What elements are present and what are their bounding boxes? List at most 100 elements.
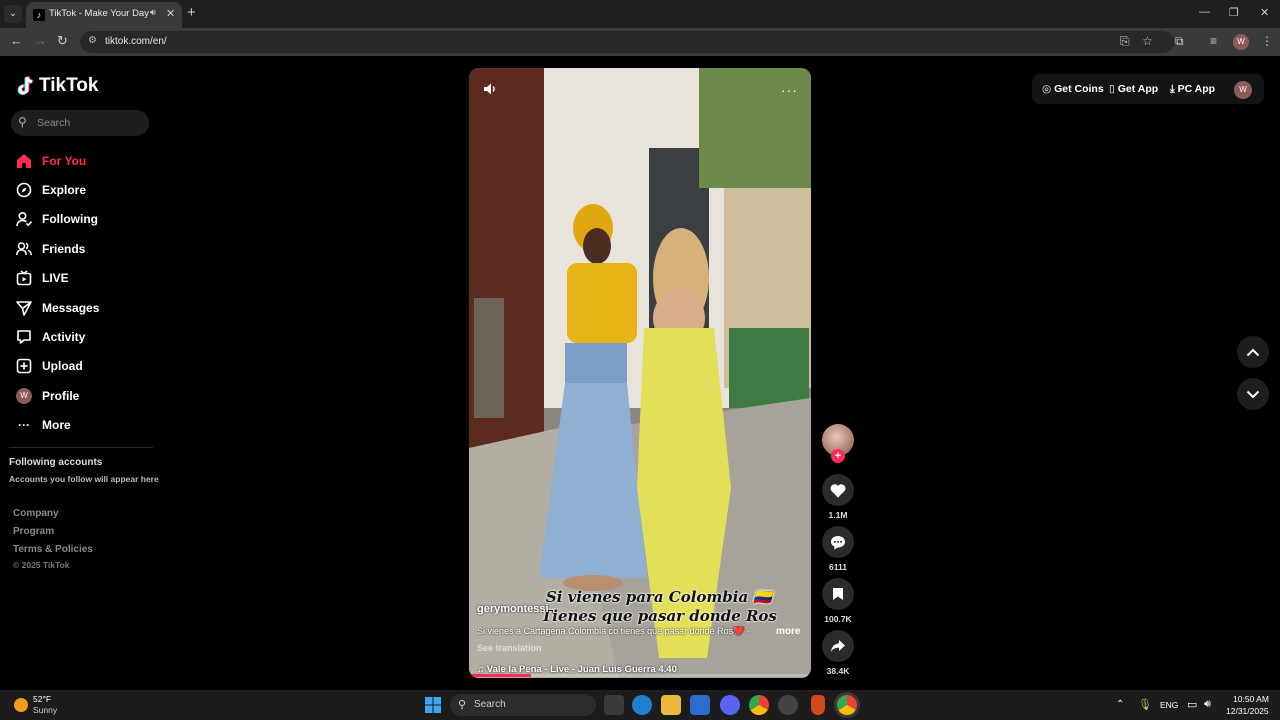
previous-video-button[interactable] [1237, 336, 1269, 368]
sidebar-item-messages[interactable]: Messages [16, 293, 99, 322]
browser-profile-avatar[interactable]: W [1233, 34, 1249, 50]
search-icon: ⚲ [458, 699, 467, 711]
tray-overflow-icon[interactable]: ⌃ [1116, 699, 1124, 710]
like-button[interactable] [822, 474, 854, 506]
browser-tab-bar: ⌄ ♪ TikTok - Make Your Day 🔊︎ ✕ + — ❐ ✕ [0, 0, 1280, 28]
tiktok-logo-icon [17, 76, 34, 95]
extensions-icon[interactable]: ⧉ [1175, 34, 1184, 49]
sidebar-item-label: Profile [42, 388, 80, 403]
microphone-icon[interactable]: 🎙︎ [1138, 698, 1152, 711]
heart-icon [830, 483, 846, 497]
video-progress-bar[interactable] [469, 674, 811, 677]
sidebar-item-label: Explore [42, 183, 87, 198]
sidebar-item-upload[interactable]: Upload [16, 352, 99, 381]
get-app-button[interactable]: ▯ Get App [1109, 83, 1158, 95]
site-info-icon[interactable]: ⚙ [88, 35, 97, 46]
microphone-app-icon[interactable] [811, 695, 825, 715]
save-count: 100.7K [824, 614, 852, 624]
share-button[interactable] [822, 630, 854, 662]
weather-temperature[interactable]: 52°F [33, 694, 51, 704]
sidebar-item-following[interactable]: Following [16, 205, 99, 234]
sidebar-item-more[interactable]: ··· More [16, 411, 99, 440]
see-translation-link[interactable]: See translation [477, 643, 542, 653]
taskbar-search[interactable]: ⚲ Search [450, 694, 596, 716]
tab-audio-icon[interactable]: 🔊︎ [150, 7, 156, 18]
chrome-active-icon[interactable] [837, 695, 857, 715]
tab-close-icon[interactable]: ✕ [166, 7, 175, 20]
file-explorer-icon[interactable] [661, 695, 681, 715]
footer-link-terms[interactable]: Terms & Policies [13, 544, 93, 555]
video-description: Si vienes a Cartagena Colombia co tienes… [477, 626, 750, 636]
tiktok-page: TikTok ⚲ Search For You Explore Followin… [0, 58, 1280, 690]
sidebar-item-label: Messages [42, 300, 100, 315]
discord-icon[interactable] [720, 695, 740, 715]
overlay-caption-line: Tienes que pasar donde Ros [541, 607, 777, 625]
windows-start-icon[interactable] [425, 697, 441, 713]
window-restore-button[interactable]: ❐ [1229, 6, 1239, 19]
bookmark-star-icon[interactable]: ☆ [1142, 34, 1153, 48]
tiktok-logo[interactable]: TikTok [16, 75, 98, 97]
edge-icon[interactable] [632, 695, 652, 715]
window-close-button[interactable]: ✕ [1260, 6, 1269, 19]
clock-time[interactable]: 10:50 AM [1233, 694, 1269, 704]
save-button[interactable] [822, 578, 854, 610]
chrome-icon[interactable] [749, 695, 769, 715]
browser-menu-icon[interactable]: ⋮ [1261, 34, 1273, 48]
sidebar-item-label: Upload [42, 359, 83, 374]
plus-square-icon [16, 358, 32, 374]
video-player[interactable]: ··· Si vienes para Colombia 🇨🇴 Tienes qu… [469, 68, 811, 678]
address-bar[interactable]: ⚙ tiktok.com/en/ [80, 31, 1174, 53]
store-icon[interactable] [690, 695, 710, 715]
sidebar-item-activity[interactable]: Activity [16, 322, 99, 351]
video-overlay-caption: Si vienes para Colombia 🇨🇴 Tienes que pa… [529, 588, 789, 626]
sidebar-item-label: Following [42, 212, 98, 227]
following-accounts-hint: Accounts you follow will appear here [9, 474, 159, 484]
sun-icon[interactable] [14, 698, 28, 712]
install-app-icon[interactable]: ⎘ [1120, 34, 1130, 49]
forward-button[interactable]: → [34, 33, 47, 48]
window-minimize-button[interactable]: — [1199, 6, 1210, 18]
language-indicator[interactable]: ENG [1160, 700, 1178, 710]
sidebar-divider [9, 447, 153, 448]
media-controls-icon[interactable]: ≡ [1210, 34, 1217, 48]
comment-button[interactable] [822, 526, 854, 558]
footer-link-program[interactable]: Program [13, 526, 54, 537]
video-author[interactable]: gerymontessi [477, 603, 549, 615]
copyright-text: © 2025 TikTok [13, 560, 70, 570]
brand-name: TikTok [39, 75, 99, 96]
user-avatar[interactable]: W [1234, 81, 1252, 99]
footer-link-company[interactable]: Company [13, 508, 59, 519]
task-view-icon[interactable] [604, 695, 624, 715]
sidebar-item-for-you[interactable]: For You [16, 146, 99, 175]
settings-gear-icon[interactable] [778, 695, 798, 715]
download-icon: ⤓ [1170, 83, 1178, 95]
weather-condition[interactable]: Sunny [33, 705, 57, 715]
tab-search-button[interactable]: ⌄ [4, 5, 22, 23]
follow-plus-icon[interactable]: + [831, 449, 845, 463]
network-icon[interactable]: ▭ [1187, 698, 1197, 711]
sidebar-item-friends[interactable]: Friends [16, 234, 99, 263]
description-more-link[interactable]: more [776, 626, 800, 637]
sidebar-item-label: More [42, 418, 71, 433]
comment-icon [831, 535, 845, 549]
sidebar-nav: For You Explore Following Friends LIVE M… [16, 146, 99, 440]
next-video-button[interactable] [1237, 378, 1269, 410]
sidebar-item-explore[interactable]: Explore [16, 175, 99, 204]
browser-tab[interactable]: ♪ TikTok - Make Your Day 🔊︎ ✕ [26, 2, 182, 28]
back-button[interactable]: ← [10, 33, 23, 48]
clock-date[interactable]: 12/31/2025 [1226, 706, 1269, 716]
more-options-icon[interactable]: ··· [781, 82, 798, 98]
volume-icon[interactable]: 🔊︎ [1204, 698, 1211, 711]
search-box[interactable]: ⚲ Search [11, 110, 149, 136]
friends-icon [16, 241, 32, 257]
sidebar-item-live[interactable]: LIVE [16, 264, 99, 293]
pc-app-button[interactable]: ⤓ PC App [1170, 83, 1215, 96]
sidebar-item-profile[interactable]: W Profile [16, 381, 99, 410]
video-progress-fill [469, 674, 531, 677]
get-coins-button[interactable]: ◎ Get Coins [1042, 83, 1104, 95]
reload-button[interactable]: ↻ [57, 33, 68, 49]
tiktok-favicon-icon: ♪ [33, 9, 45, 21]
new-tab-button[interactable]: + [187, 4, 196, 21]
pc-app-label: PC App [1177, 83, 1216, 95]
search-placeholder: Search [37, 117, 71, 129]
